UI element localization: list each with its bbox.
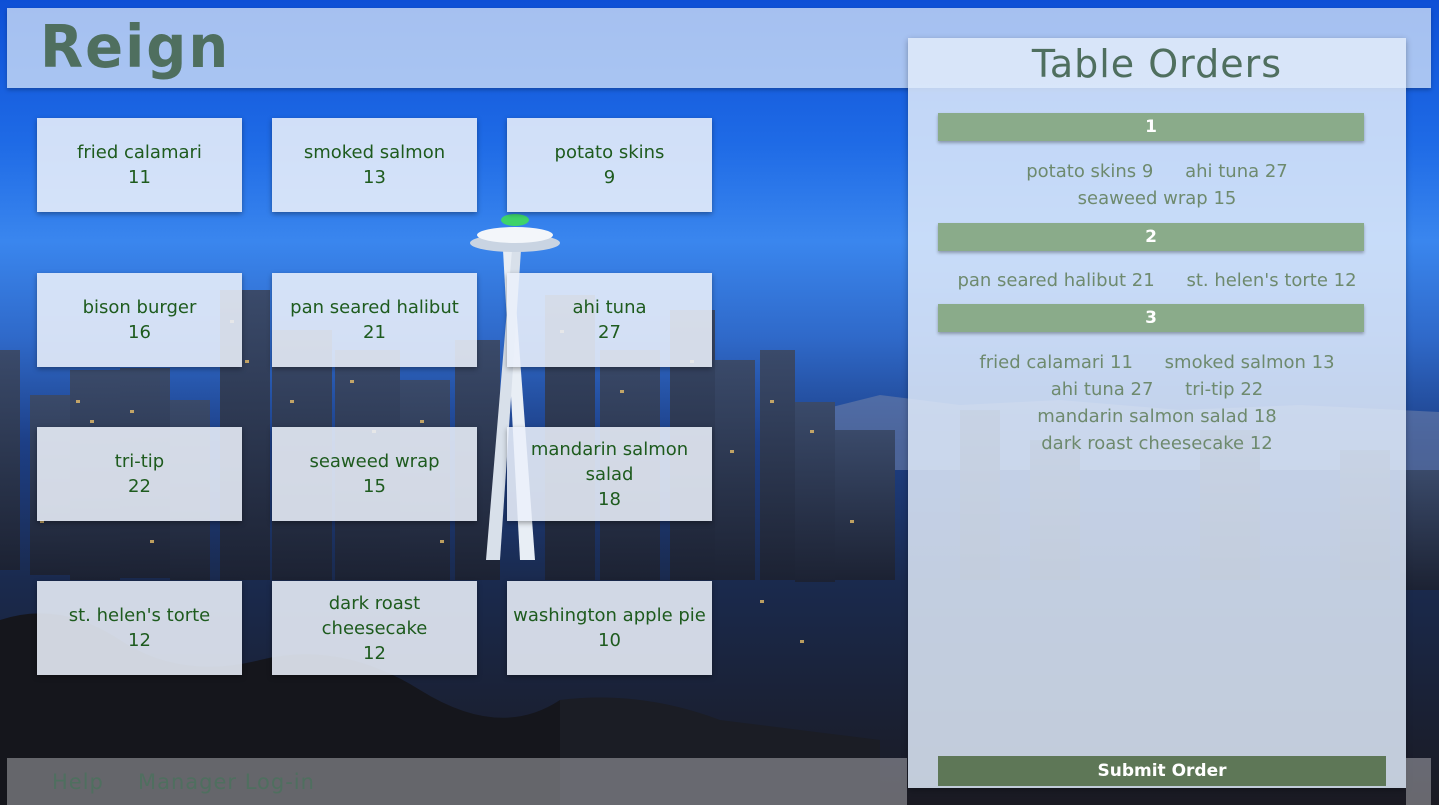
menu-item-price: 16 (128, 322, 151, 343)
order-line: seaweed wrap 15 (908, 185, 1406, 212)
panel-title: Table Orders (1031, 42, 1283, 86)
menu-item-price: 18 (598, 488, 621, 510)
menu-item-name: mandarin salmon salad (530, 438, 689, 485)
submit-order-button[interactable]: Submit Order (938, 756, 1386, 786)
menu-item-card[interactable]: mandarin salmon salad 18 (507, 427, 712, 521)
table-orders-panel: Table Orders 1 potato skins 9 ahi tuna 2… (908, 38, 1406, 788)
menu-item-name: smoked salmon (303, 142, 446, 163)
menu-item-card[interactable]: washington apple pie 10 (507, 581, 712, 675)
menu-item-card[interactable]: pan seared halibut 21 (272, 273, 477, 367)
menu-item-card[interactable]: dark roast cheesecake 12 (272, 581, 477, 675)
menu-item-card[interactable]: tri-tip 22 (37, 427, 242, 521)
menu-item-price: 12 (128, 630, 151, 651)
menu-item-price: 12 (363, 642, 386, 664)
menu-item-price: 9 (603, 167, 616, 188)
footer-bar-edge (1406, 758, 1431, 805)
menu-item-name: st. helen's torte (68, 605, 211, 626)
menu-item-card[interactable]: fried calamari 11 (37, 118, 242, 212)
order-line: fried calamari 11 smoked salmon 13 (908, 349, 1406, 376)
order-line: pan seared halibut 21 st. helen's torte … (908, 267, 1406, 294)
menu-item-price: 21 (363, 322, 386, 343)
menu-item-name: dark roast cheesecake (321, 592, 428, 639)
menu-item-name: fried calamari (77, 142, 202, 163)
menu-item-price: 13 (363, 167, 386, 188)
order-item[interactable]: fried calamari 11 (979, 349, 1133, 376)
order-line: ahi tuna 27 tri-tip 22 (908, 376, 1406, 403)
menu-item-name: bison burger (82, 297, 197, 318)
menu-item-price: 15 (363, 476, 386, 497)
menu-item-name: tri-tip (114, 451, 165, 472)
order-item[interactable]: smoked salmon 13 (1165, 349, 1335, 376)
order-item[interactable]: mandarin salmon salad 18 (1037, 403, 1277, 430)
order-item[interactable]: dark roast cheesecake 12 (1041, 430, 1273, 457)
manager-login-link[interactable]: Manager Log-in (138, 768, 315, 796)
menu-item-card[interactable]: ahi tuna 27 (507, 273, 712, 367)
order-item[interactable]: seaweed wrap 15 (1078, 185, 1237, 212)
help-link[interactable]: Help (52, 768, 104, 796)
order-item[interactable]: potato skins 9 (1026, 158, 1153, 185)
menu-item-name: potato skins (554, 142, 665, 163)
brand-logo[interactable]: Reign (40, 14, 230, 81)
order-item[interactable]: ahi tuna 27 (1185, 158, 1288, 185)
menu-item-price: 11 (128, 167, 151, 188)
order-item[interactable]: pan seared halibut 21 (957, 267, 1154, 294)
order-line: dark roast cheesecake 12 (908, 430, 1406, 457)
menu-item-card[interactable]: st. helen's torte 12 (37, 581, 242, 675)
order-item[interactable]: ahi tuna 27 (1051, 376, 1154, 403)
menu-item-price: 27 (598, 322, 621, 343)
order-line: potato skins 9 ahi tuna 27 (908, 158, 1406, 185)
table-header-3[interactable]: 3 (938, 304, 1364, 332)
table-header-1[interactable]: 1 (938, 113, 1364, 141)
order-line: mandarin salmon salad 18 (908, 403, 1406, 430)
order-item[interactable]: tri-tip 22 (1185, 376, 1263, 403)
table-header-2[interactable]: 2 (938, 223, 1364, 251)
menu-item-name: washington apple pie (513, 605, 706, 626)
menu-item-card[interactable]: smoked salmon 13 (272, 118, 477, 212)
menu-item-price: 10 (598, 630, 621, 651)
menu-item-name: ahi tuna (572, 297, 647, 318)
menu-item-name: pan seared halibut (290, 297, 459, 318)
menu-item-price: 22 (128, 476, 151, 497)
menu-item-card[interactable]: potato skins 9 (507, 118, 712, 212)
menu-item-card[interactable]: bison burger 16 (37, 273, 242, 367)
menu-item-name: seaweed wrap (309, 451, 440, 472)
order-item[interactable]: st. helen's torte 12 (1186, 267, 1356, 294)
menu-item-card[interactable]: seaweed wrap 15 (272, 427, 477, 521)
